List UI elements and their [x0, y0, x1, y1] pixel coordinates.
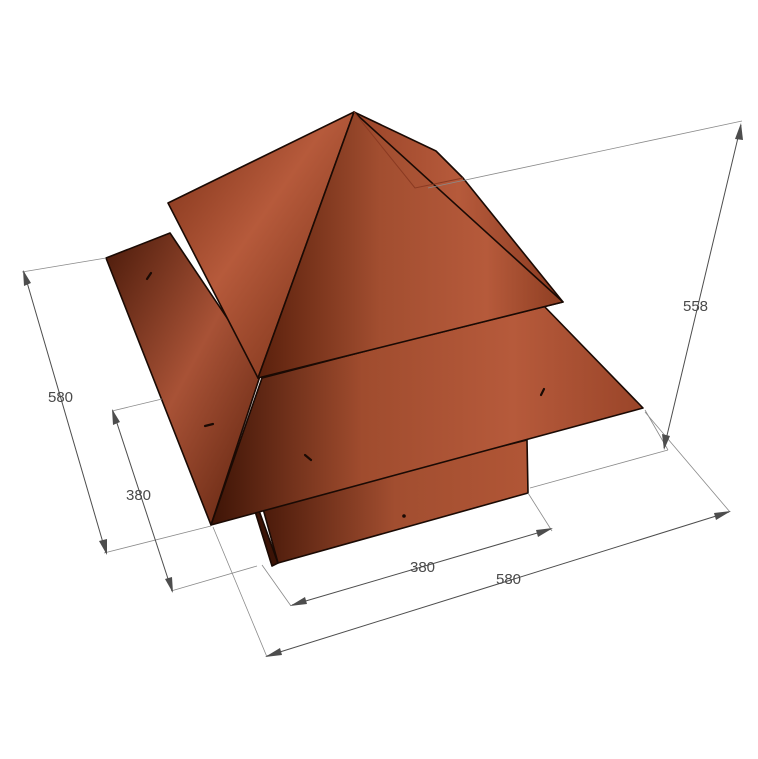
- vent-cap-body: [105, 111, 644, 567]
- arrowhead: [735, 123, 743, 140]
- ext-line: [261, 564, 292, 607]
- ext-line: [103, 525, 212, 554]
- ext-line: [21, 257, 107, 273]
- ext-line: [529, 449, 669, 489]
- arrowhead: [265, 648, 282, 657]
- arrowhead: [112, 409, 120, 425]
- arrowhead: [99, 539, 107, 555]
- dim-label-base-width: 380: [410, 559, 435, 576]
- dim-label-cap-width: 580: [496, 571, 521, 588]
- arrowhead: [536, 528, 553, 537]
- arrowhead: [714, 511, 731, 520]
- arrowhead: [662, 434, 670, 450]
- dim-label-cap-depth: 580: [48, 389, 73, 406]
- ext-line: [644, 411, 731, 513]
- technical-drawing: 558 580 380 380 580: [21, 111, 743, 658]
- arrowhead: [23, 270, 31, 286]
- ext-line: [527, 492, 553, 532]
- ext-line: [212, 526, 268, 658]
- arrowhead: [290, 597, 307, 606]
- ext-line: [427, 120, 743, 189]
- dim-label-height: 558: [683, 298, 708, 315]
- rivet-dot: [402, 514, 406, 518]
- dim-line-cap-depth: [23, 271, 107, 554]
- dim-line-height: [663, 124, 742, 449]
- ext-line: [111, 398, 163, 412]
- dim-label-base-depth: 380: [126, 487, 151, 504]
- arrowhead: [165, 577, 173, 593]
- ext-line: [170, 565, 258, 592]
